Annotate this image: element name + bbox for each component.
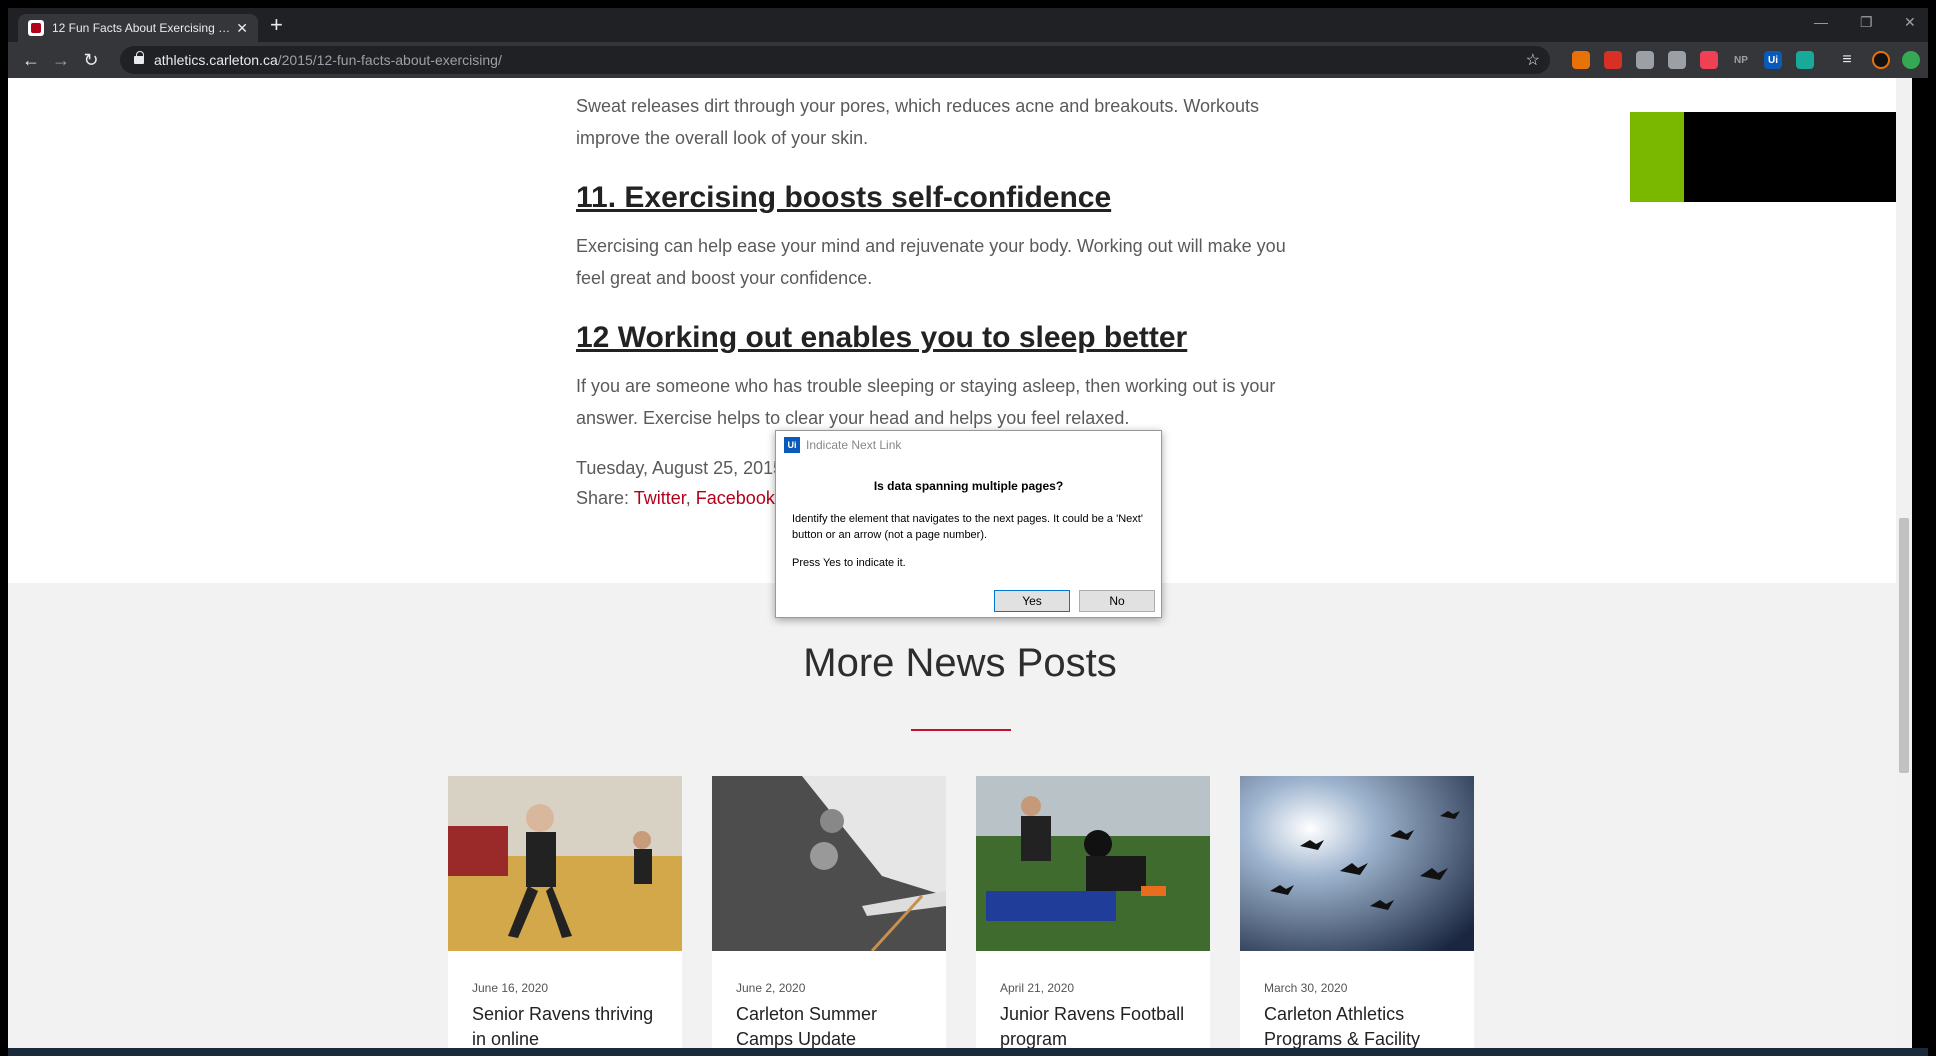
ext-np-icon[interactable]: NP: [1732, 51, 1750, 69]
blueprints-photo-icon: [712, 776, 946, 951]
ext-pocket-icon[interactable]: [1700, 51, 1718, 69]
news-image-football[interactable]: [976, 776, 1210, 951]
news-date: March 30, 2020: [1264, 981, 1348, 995]
no-button[interactable]: No: [1079, 590, 1155, 612]
share-row: Share: Twitter, Facebook: [576, 488, 775, 509]
news-card[interactable]: April 21, 2020 Junior Ravens Football pr…: [976, 776, 1210, 1048]
new-tab-button[interactable]: +: [270, 14, 283, 36]
news-title[interactable]: Senior Ravens thriving in online: [472, 1002, 672, 1048]
news-date: June 2, 2020: [736, 981, 806, 995]
back-arrow-icon[interactable]: ←: [16, 50, 46, 71]
news-image-fitness[interactable]: [448, 776, 682, 951]
news-title[interactable]: Carleton Summer Camps Update: [736, 1002, 936, 1048]
paragraph-12: If you are someone who has trouble sleep…: [576, 376, 1276, 428]
ad-banner[interactable]: [1630, 112, 1912, 202]
ad-green-stripe: [1630, 112, 1684, 202]
paragraph-11: Exercising can help ease your mind and r…: [576, 236, 1286, 288]
carleton-favicon-icon: [28, 20, 44, 36]
ext-ui-icon[interactable]: Ui: [1764, 51, 1782, 69]
scrollbar-thumb[interactable]: [1899, 518, 1909, 773]
indicate-next-link-dialog: Ui Indicate Next Link Is data spanning m…: [775, 430, 1162, 618]
minimize-icon[interactable]: —: [1814, 14, 1828, 30]
dialog-message: Identify the element that navigates to t…: [792, 513, 1143, 541]
profile-avatar[interactable]: [1872, 51, 1890, 69]
url-host: athletics.carleton.ca: [154, 52, 278, 68]
ext-grey-icon[interactable]: [1636, 51, 1654, 69]
fitness-photo-icon: [448, 776, 682, 951]
news-image-ravens[interactable]: [1240, 776, 1474, 951]
news-date: June 16, 2020: [472, 981, 549, 995]
football-photo-icon: [976, 776, 1210, 951]
browser-chrome: 12 Fun Facts About Exercising | C ✕ + — …: [8, 8, 1928, 78]
extension-green-icon[interactable]: [1902, 51, 1920, 69]
ext-orange-icon[interactable]: [1572, 51, 1590, 69]
forward-arrow-icon[interactable]: →: [46, 50, 76, 71]
dialog-titlebar: Ui Indicate Next Link: [784, 437, 901, 453]
more-news-title: More News Posts: [803, 641, 1117, 685]
share-separator: ,: [685, 488, 691, 508]
ext-teal-icon[interactable]: [1796, 51, 1814, 69]
ext-red-icon[interactable]: [1604, 51, 1622, 69]
news-title[interactable]: Junior Ravens Football program: [1000, 1002, 1200, 1048]
ext-print-icon[interactable]: [1668, 51, 1686, 69]
dialog-question: Is data spanning multiple pages?: [873, 479, 1064, 493]
news-card[interactable]: June 2, 2020 Carleton Summer Camps Updat…: [712, 776, 946, 1048]
heading-11: 11. Exercising boosts self-confidence: [576, 181, 1112, 214]
news-card[interactable]: March 30, 2020 Carleton Athletics Progra…: [1240, 776, 1474, 1048]
dialog-instruction: Press Yes to indicate it.: [792, 557, 906, 569]
page-scrollbar[interactable]: [1896, 78, 1912, 1048]
reading-list-icon[interactable]: ≡: [1838, 51, 1856, 69]
tab-close-icon[interactable]: ✕: [236, 20, 248, 37]
news-card[interactable]: June 16, 2020 Senior Ravens thriving in …: [448, 776, 682, 1048]
address-bar[interactable]: athletics.carleton.ca/2015/12-fun-facts-…: [120, 46, 1550, 74]
share-twitter-link[interactable]: Twitter: [634, 488, 686, 508]
news-date: April 21, 2020: [1000, 981, 1075, 995]
article-date: Tuesday, August 25, 2015: [576, 458, 784, 478]
share-label: Share:: [576, 488, 630, 508]
bookmark-star-icon[interactable]: ☆: [1526, 50, 1540, 70]
lock-icon: [134, 51, 144, 64]
news-title[interactable]: Carleton Athletics Programs & Facility: [1264, 1002, 1464, 1048]
restore-icon[interactable]: ❐: [1860, 14, 1873, 31]
windows-taskbar: [8, 1048, 1928, 1056]
tab-strip: 12 Fun Facts About Exercising | C ✕ + — …: [8, 8, 1928, 42]
reload-icon[interactable]: ↻: [76, 50, 106, 71]
url-path: /2015/12-fun-facts-about-exercising/: [277, 52, 502, 68]
ravens-photo-icon: [1240, 776, 1474, 951]
browser-tab[interactable]: 12 Fun Facts About Exercising | C ✕: [18, 14, 258, 42]
more-news-section: More News Posts June 16, 2020 Senior Rav…: [8, 583, 1912, 1048]
close-window-icon[interactable]: ✕: [1904, 14, 1916, 31]
heading-12: 12 Working out enables you to sleep bett…: [576, 321, 1188, 354]
uipath-logo-icon: Ui: [784, 437, 800, 453]
yes-button[interactable]: Yes: [994, 590, 1070, 612]
more-news-divider: [911, 729, 1011, 731]
toolbar: ← → ↻ athletics.carleton.ca/2015/12-fun-…: [8, 42, 1928, 78]
tab-title: 12 Fun Facts About Exercising | C: [52, 21, 231, 35]
dialog-title: Indicate Next Link: [806, 438, 902, 452]
share-facebook-link[interactable]: Facebook: [696, 488, 775, 508]
news-image-blueprints[interactable]: [712, 776, 946, 951]
paragraph-skin: Sweat releases dirt through your pores, …: [576, 96, 1260, 148]
